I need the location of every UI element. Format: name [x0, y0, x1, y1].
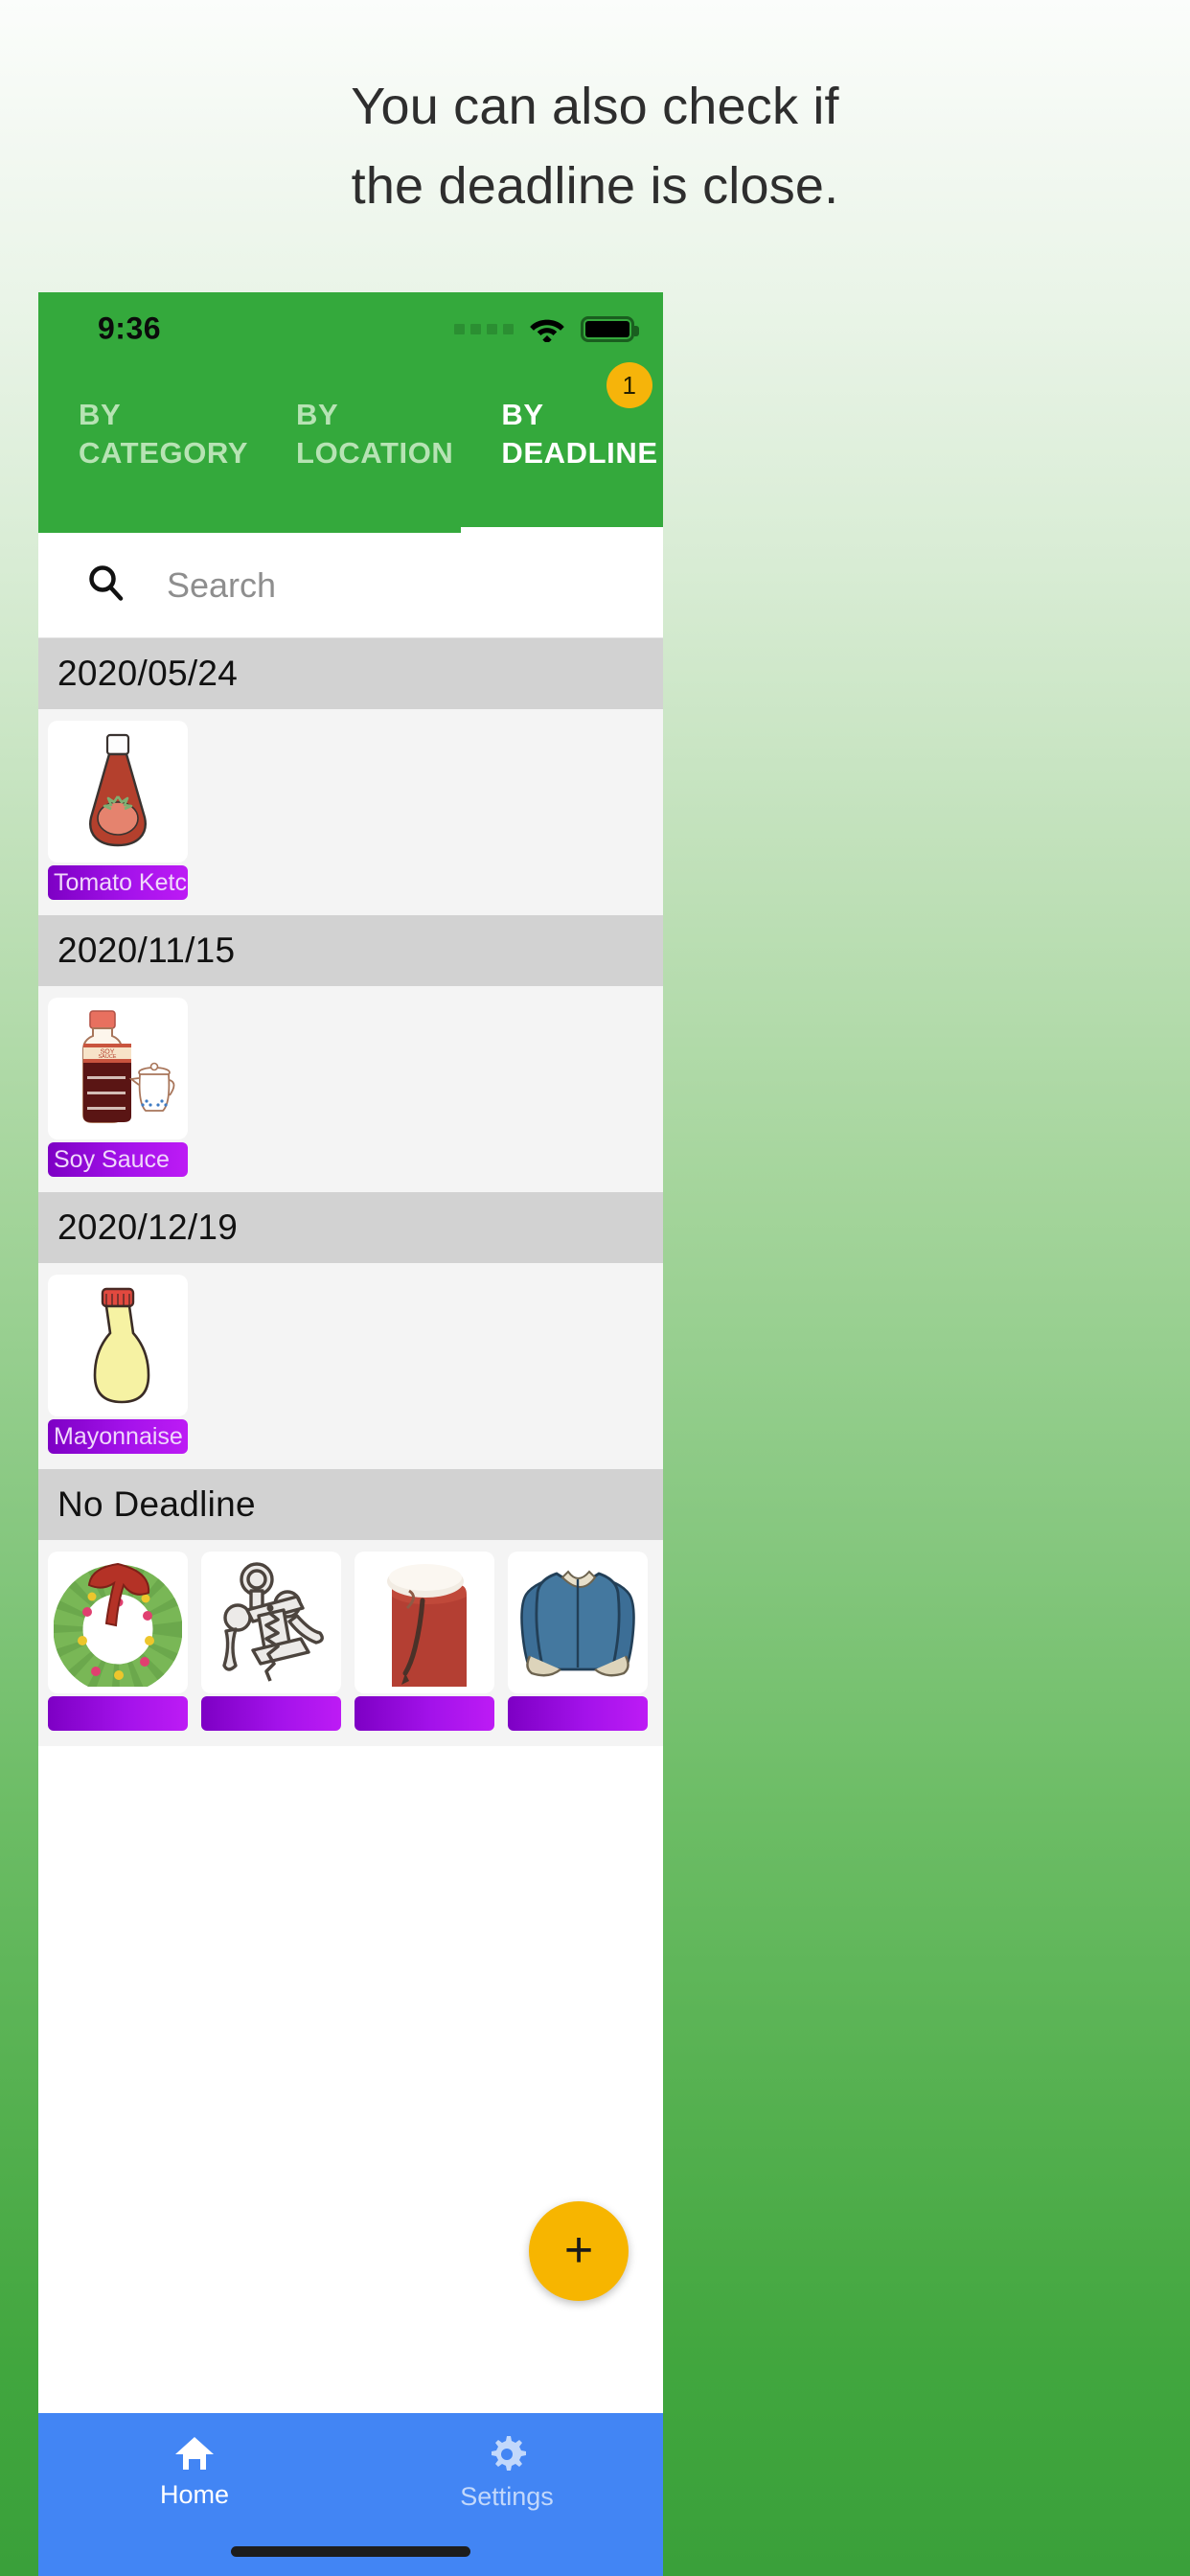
- list-item-label: Mayonnaise: [48, 1419, 188, 1454]
- plus-icon: +: [563, 2222, 594, 2279]
- home-icon: [173, 2434, 216, 2472]
- group-header-3: 2020/12/19: [38, 1192, 663, 1263]
- list-item[interactable]: [355, 1552, 494, 1731]
- group-header-4: No Deadline: [38, 1469, 663, 1540]
- add-item-fab[interactable]: +: [529, 2201, 629, 2301]
- list-item[interactable]: [201, 1552, 341, 1731]
- jacket-image: [508, 1552, 648, 1693]
- search-bar[interactable]: Search: [38, 533, 663, 638]
- ketchup-bottle-image: [48, 721, 188, 862]
- phone-screen: 9:36 BY CATEGORY BY LOCATION BY DEADLINE: [38, 292, 663, 2576]
- group-header-1-label: 2020/05/24: [57, 654, 239, 693]
- soy-sauce-bottle-image: SOY SAUCE: [48, 998, 188, 1139]
- tab-bar: BY CATEGORY BY LOCATION BY DEADLINE 1: [38, 362, 663, 533]
- tab-by-location[interactable]: BY LOCATION: [256, 365, 461, 533]
- list-item[interactable]: Tomato Ketch: [48, 721, 188, 900]
- list-item-label: [48, 1696, 188, 1731]
- tab-by-location-label: BY LOCATION: [296, 398, 454, 470]
- home-indicator: [231, 2546, 470, 2557]
- list-item-label: [355, 1696, 494, 1731]
- caption-block: You can also check if the deadline is cl…: [0, 0, 1190, 292]
- list-item-label: Soy Sauce: [48, 1142, 188, 1177]
- list-item-label: Tomato Ketch: [48, 865, 188, 900]
- gear-icon: [487, 2434, 527, 2474]
- nav-item-home-label: Home: [159, 2480, 230, 2509]
- christmas-wreath-image: [48, 1552, 188, 1693]
- search-input[interactable]: Search: [167, 565, 276, 606]
- group-header-3-label: 2020/12/19: [57, 1208, 239, 1247]
- list-item[interactable]: Mayonnaise: [48, 1275, 188, 1454]
- battery-full-icon: [581, 315, 639, 342]
- status-bar: 9:36: [38, 292, 663, 365]
- christmas-stocking-image: [355, 1552, 494, 1693]
- corkscrew-image: [201, 1552, 341, 1693]
- mayonnaise-bottle-image: [48, 1275, 188, 1416]
- group-body-1: Tomato Ketch: [38, 709, 663, 915]
- list-item-label: [508, 1696, 648, 1731]
- nav-item-settings-label: Settings: [460, 2482, 554, 2511]
- tab-by-category[interactable]: BY CATEGORY: [38, 365, 256, 533]
- group-header-2-label: 2020/11/15: [57, 931, 236, 970]
- svg-text:SAUCE: SAUCE: [99, 1054, 117, 1060]
- group-body-2: SOY SAUCE Soy Sauce: [38, 986, 663, 1192]
- tab-by-deadline-badge: 1: [606, 362, 652, 408]
- group-body-4: [38, 1540, 663, 1746]
- wifi-icon: [529, 315, 565, 342]
- list-item[interactable]: [48, 1552, 188, 1731]
- list-item-label: [201, 1696, 341, 1731]
- bottom-navigation: Home Settings: [38, 2413, 663, 2576]
- list-item[interactable]: SOY SAUCE Soy Sauce: [48, 998, 188, 1177]
- signal-dots-icon: [454, 323, 514, 334]
- caption-line-2: the deadline is close.: [351, 156, 839, 215]
- tab-by-category-label: BY CATEGORY: [79, 398, 249, 470]
- caption-line-1: You can also check if: [351, 77, 839, 135]
- list-item[interactable]: [508, 1552, 648, 1731]
- status-bar-time: 9:36: [98, 310, 162, 346]
- group-header-4-label: No Deadline: [57, 1484, 256, 1524]
- search-icon: [84, 562, 126, 609]
- group-header-2: 2020/11/15: [38, 915, 663, 986]
- tab-by-deadline[interactable]: BY DEADLINE 1: [461, 362, 663, 533]
- status-bar-indicators: [454, 315, 639, 342]
- group-body-3: Mayonnaise: [38, 1263, 663, 1469]
- group-header-1: 2020/05/24: [38, 638, 663, 709]
- item-list: 2020/05/24 Tomato Ketch 2020/11/15 SOY S…: [38, 638, 663, 1746]
